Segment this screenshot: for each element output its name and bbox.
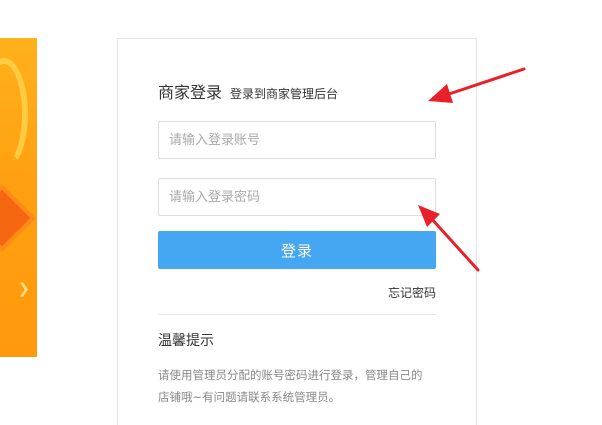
login-button[interactable]: 登录 <box>158 231 436 269</box>
divider <box>158 314 436 315</box>
login-page: ❯ 商家登录 登录到商家管理后台 登录 忘记密码 温馨提示 请使用管理员分配的账… <box>0 0 602 425</box>
login-header: 商家登录 登录到商家管理后台 <box>158 79 338 103</box>
login-panel: 商家登录 登录到商家管理后台 登录 忘记密码 温馨提示 请使用管理员分配的账号密… <box>117 38 477 425</box>
login-subtitle: 登录到商家管理后台 <box>230 87 339 101</box>
tips-title: 温馨提示 <box>158 333 214 349</box>
login-title: 商家登录 <box>158 83 223 102</box>
password-input[interactable] <box>158 178 436 216</box>
promo-banner: ❯ <box>0 38 37 357</box>
tips-line-2: 店铺哦~有问题请联系系统管理员。 <box>158 390 341 404</box>
banner-glow-shape <box>0 58 28 170</box>
chevron-right-icon[interactable]: ❯ <box>18 282 30 296</box>
forgot-password-link[interactable]: 忘记密码 <box>388 284 436 301</box>
account-input[interactable] <box>158 121 436 159</box>
tips-line-1: 请使用管理员分配的账号密码进行登录，管理自己的 <box>158 368 423 382</box>
banner-diamond-shape <box>0 189 31 247</box>
tips-body: 请使用管理员分配的账号密码进行登录，管理自己的 店铺哦~有问题请联系系统管理员。 <box>158 364 440 408</box>
